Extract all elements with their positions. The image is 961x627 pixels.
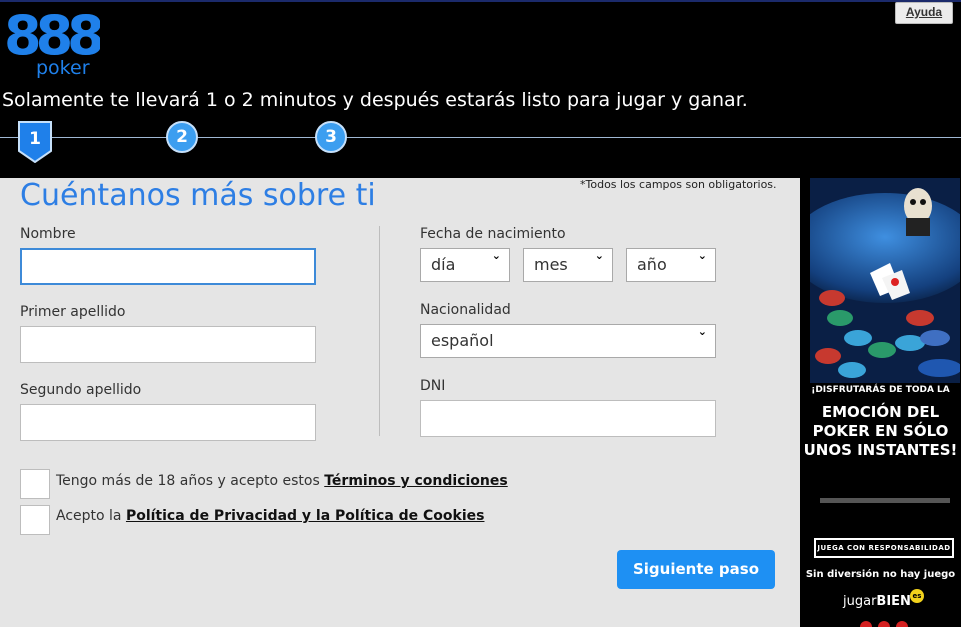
mes-select[interactable]: mes ⌄ bbox=[523, 248, 613, 282]
step-3-indicator: 3 bbox=[315, 121, 347, 153]
step-1-number: 1 bbox=[29, 129, 41, 149]
jugarbien-badge-text: es bbox=[912, 592, 922, 600]
step-1-marker-icon: 1 bbox=[18, 121, 52, 164]
privacy-checkbox[interactable] bbox=[20, 505, 50, 535]
primer-apellido-input[interactable] bbox=[20, 326, 316, 363]
help-button[interactable]: Ayuda bbox=[895, 2, 953, 24]
nacionalidad-value: español bbox=[431, 331, 494, 350]
chevron-down-icon: ⌄ bbox=[594, 249, 604, 262]
progress-line bbox=[0, 137, 961, 138]
privacy-label: Acepto la bbox=[56, 508, 126, 524]
privacy-link[interactable]: Política de Privacidad y la Política de … bbox=[126, 508, 485, 524]
step-2-indicator: 2 bbox=[166, 121, 198, 153]
terms-text: Tengo más de 18 años y acepto estos Térm… bbox=[56, 473, 508, 489]
chevron-down-icon: ⌄ bbox=[491, 249, 501, 262]
step-1-indicator: 1 bbox=[18, 121, 52, 164]
segundo-apellido-label: Segundo apellido bbox=[20, 382, 142, 398]
promo-headline: EMOCIÓN DEL POKER EN SÓLO UNOS INSTANTES… bbox=[803, 403, 958, 459]
fecha-nacimiento-label: Fecha de nacimiento bbox=[420, 226, 566, 242]
chevron-down-icon: ⌄ bbox=[697, 249, 707, 262]
bien-text: BIEN bbox=[876, 594, 911, 609]
dni-input[interactable] bbox=[420, 400, 716, 437]
jugarbien-logo[interactable]: jugarBIEN bbox=[843, 594, 911, 609]
nacionalidad-select[interactable]: español ⌄ bbox=[420, 324, 716, 358]
responsible-gaming-badge[interactable]: JUEGA CON RESPONSABILIDAD bbox=[814, 538, 954, 558]
footer-icon bbox=[896, 621, 908, 627]
privacy-text: Acepto la Política de Privacidad y la Po… bbox=[56, 508, 484, 524]
promo-divider bbox=[820, 498, 950, 503]
chevron-down-icon: ⌄ bbox=[697, 325, 707, 338]
required-note: *Todos los campos son obligatorios. bbox=[580, 178, 777, 191]
nacionalidad-label: Nacionalidad bbox=[420, 302, 511, 318]
dni-label: DNI bbox=[420, 378, 446, 394]
ano-select[interactable]: año ⌄ bbox=[626, 248, 716, 282]
terms-checkbox[interactable] bbox=[20, 469, 50, 499]
nombre-input[interactable] bbox=[20, 248, 316, 285]
footer-icon bbox=[860, 621, 872, 627]
dia-select[interactable]: día ⌄ bbox=[420, 248, 510, 282]
primer-apellido-label: Primer apellido bbox=[20, 304, 126, 320]
promo-small-text: ¡DISFRUTARÁS DE TODA LA bbox=[811, 385, 950, 395]
top-border bbox=[0, 0, 961, 2]
terms-link[interactable]: Términos y condiciones bbox=[324, 473, 507, 489]
fun-text: Sin diversión no hay juego bbox=[805, 569, 956, 580]
poker-promo-image[interactable] bbox=[810, 178, 960, 383]
column-divider bbox=[379, 226, 380, 436]
footer-icon bbox=[878, 621, 890, 627]
dia-value: día bbox=[431, 255, 456, 274]
888poker-logo[interactable]: 888 poker bbox=[4, 4, 100, 78]
mes-value: mes bbox=[534, 255, 568, 274]
next-step-button[interactable]: Siguiente paso bbox=[617, 550, 775, 589]
terms-label: Tengo más de 18 años y acepto estos bbox=[56, 473, 325, 489]
nombre-label: Nombre bbox=[20, 226, 76, 242]
form-title: Cuéntanos más sobre ti bbox=[20, 178, 376, 213]
segundo-apellido-input[interactable] bbox=[20, 404, 316, 441]
jugar-text: jugar bbox=[843, 594, 877, 609]
jugarbien-badge-icon: es bbox=[910, 589, 924, 603]
tagline: Solamente te llevará 1 o 2 minutos y des… bbox=[2, 89, 748, 111]
logo-word: poker bbox=[36, 57, 90, 78]
ano-value: año bbox=[637, 255, 667, 274]
